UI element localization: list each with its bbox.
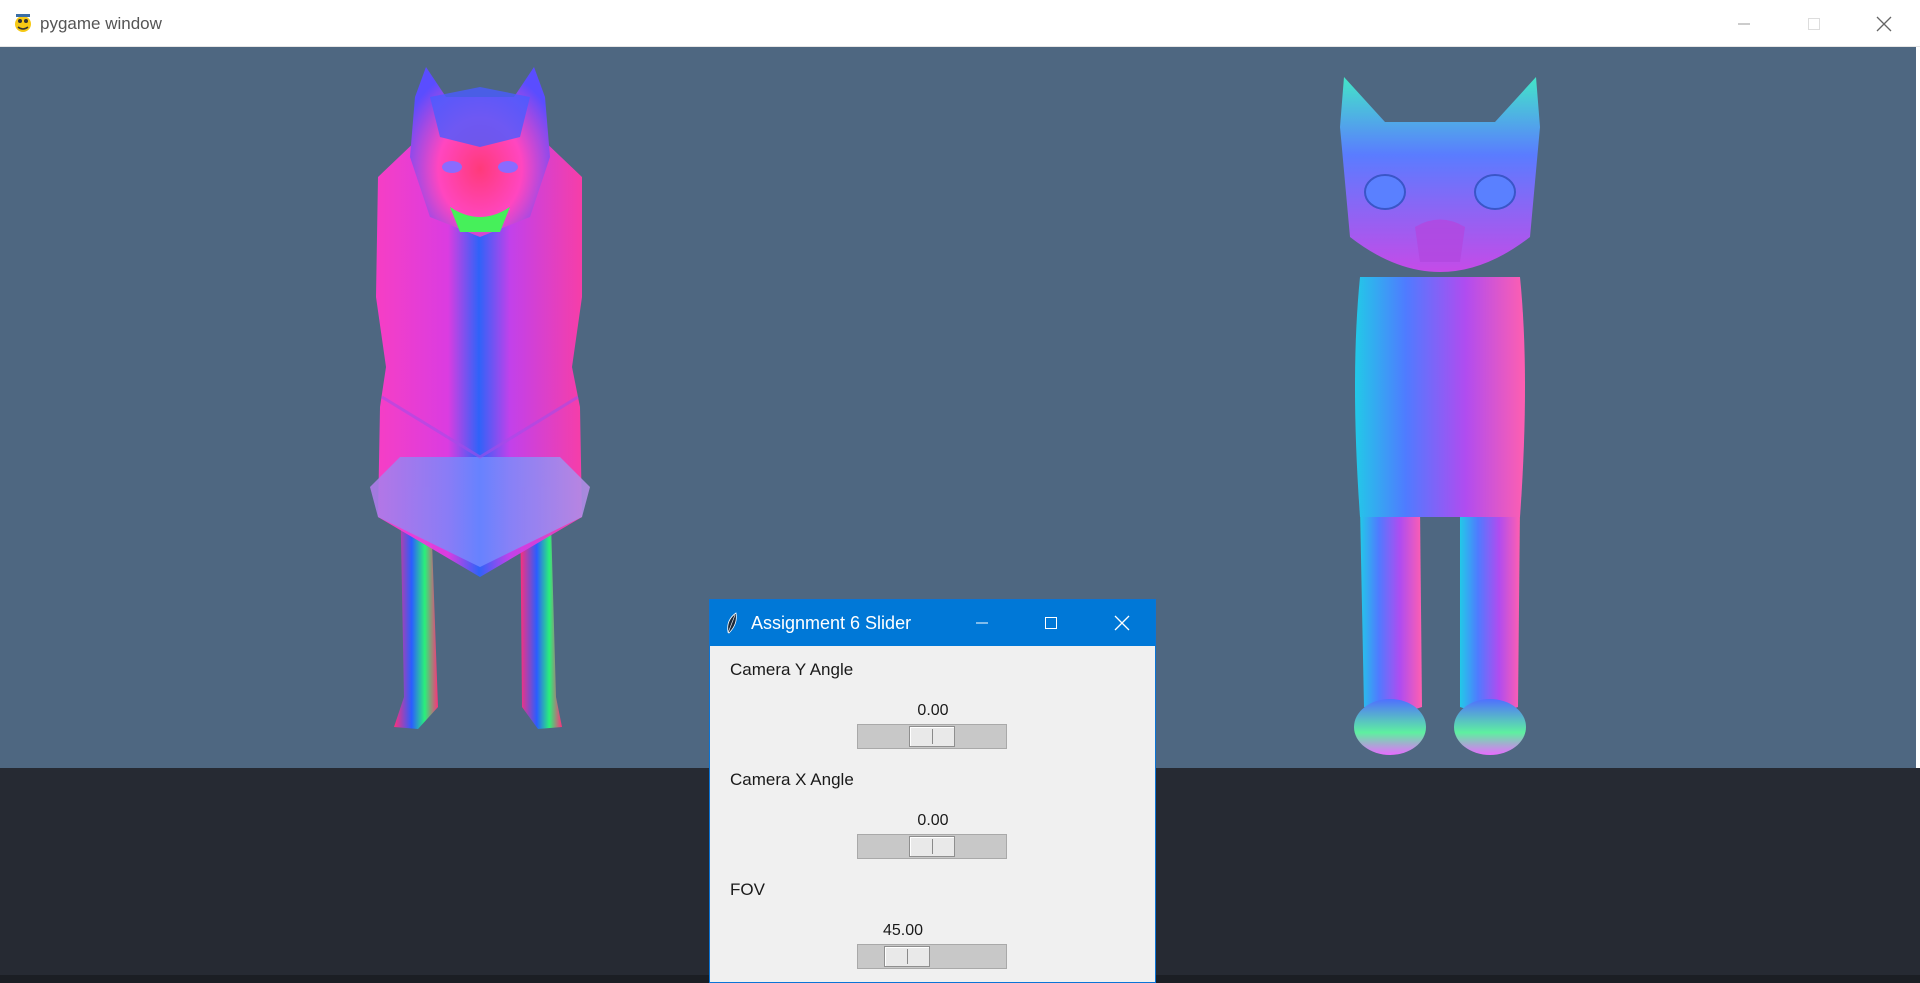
pygame-snake-icon <box>15 14 31 32</box>
camera-x-angle-slider[interactable] <box>857 834 1007 859</box>
camera-y-angle-slider[interactable] <box>857 724 1007 749</box>
tk-feather-icon <box>727 612 737 634</box>
slider-close-button[interactable] <box>1090 600 1154 646</box>
close-icon <box>1876 16 1892 31</box>
minimize-icon <box>1738 23 1750 24</box>
fov-value: 45.00 <box>882 922 924 939</box>
slider-thumb[interactable] <box>884 946 930 967</box>
minimize-icon <box>976 622 988 624</box>
slider-thumb[interactable] <box>909 836 955 857</box>
wolf-model <box>370 67 590 729</box>
camera-y-angle-label: Camera Y Angle <box>730 660 854 679</box>
cat-model <box>1340 77 1540 755</box>
pygame-titlebar[interactable]: pygame window <box>0 0 1920 47</box>
slider-thumb[interactable] <box>909 726 955 747</box>
close-button[interactable] <box>1850 0 1918 47</box>
slider-window-title: Assignment 6 Slider <box>751 613 912 633</box>
fov-label: FOV <box>730 880 765 899</box>
window-edge <box>1916 47 1920 768</box>
close-icon <box>1114 615 1130 631</box>
slider-window-titlebar[interactable]: Assignment 6 Slider <box>710 600 1155 646</box>
camera-x-angle-label: Camera X Angle <box>730 770 854 789</box>
maximize-button[interactable] <box>1780 0 1848 47</box>
camera-x-angle-value: 0.00 <box>917 812 949 829</box>
slider-maximize-button[interactable] <box>1019 600 1083 646</box>
slider-window: Assignment 6 Slider Camera Y Angle 0.00 … <box>709 599 1156 983</box>
minimize-button[interactable] <box>1710 0 1778 47</box>
maximize-icon <box>1808 17 1820 30</box>
slider-minimize-button[interactable] <box>950 600 1014 646</box>
maximize-icon <box>1045 617 1057 629</box>
camera-y-angle-value: 0.00 <box>917 702 949 719</box>
window-title: pygame window <box>40 14 162 33</box>
fov-slider[interactable] <box>857 944 1007 969</box>
